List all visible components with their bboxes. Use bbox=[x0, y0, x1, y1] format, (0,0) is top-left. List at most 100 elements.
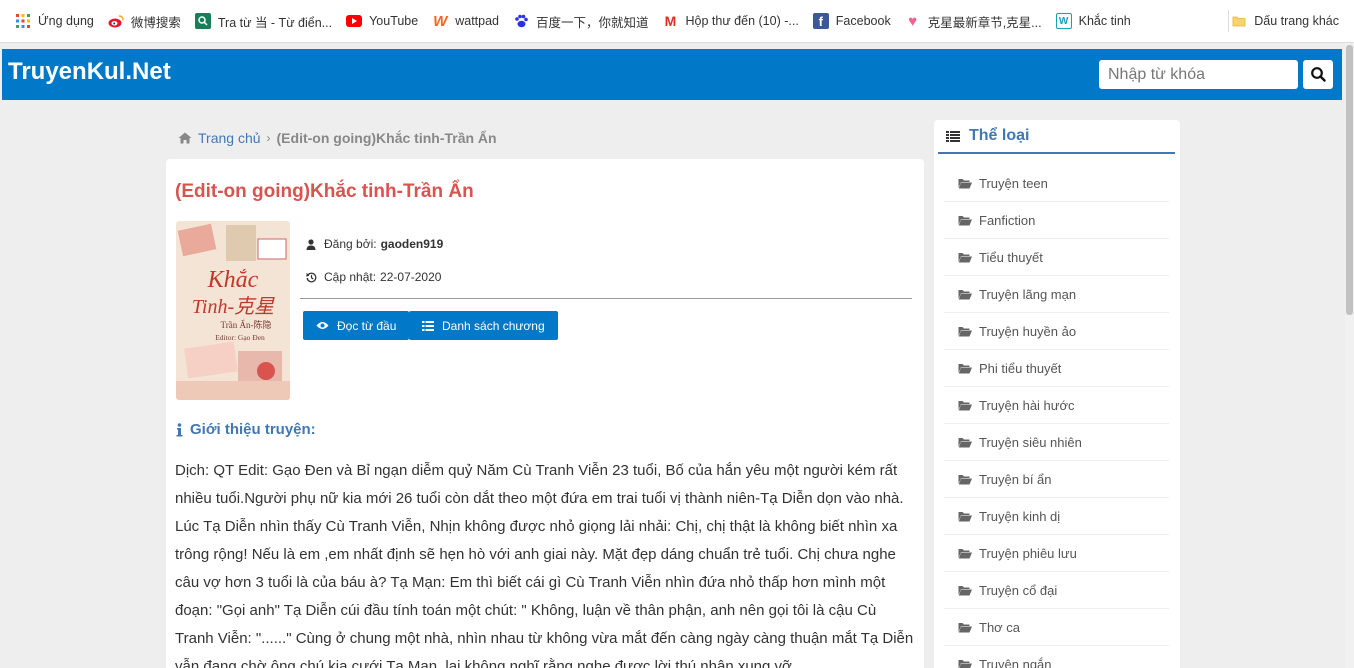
story-cover[interactable]: Khắc Tinh-克星 Trần Ẩn-陈隐 Editor: Gạo Đen bbox=[176, 221, 290, 400]
bookmark-wattpad[interactable]: W wattpad bbox=[425, 7, 506, 35]
posted-by-label: Đăng bởi: bbox=[324, 237, 377, 251]
bookmark-khac-tinh[interactable]: W Khắc tinh bbox=[1049, 7, 1138, 35]
info-icon bbox=[176, 422, 183, 436]
bookmark-weibo[interactable]: 微博搜索 bbox=[101, 7, 188, 35]
cover-title-line2: Tinh-克星 bbox=[192, 296, 275, 318]
chapter-list-button[interactable]: Danh sách chương bbox=[409, 311, 558, 340]
user-icon bbox=[306, 238, 318, 250]
sidebar-heading-label: Thể loại bbox=[969, 127, 1030, 144]
genre-label: Fanfiction bbox=[979, 212, 1036, 228]
genre-label: Truyện huyền ảo bbox=[979, 323, 1077, 339]
bookmark-facebook[interactable]: f Facebook bbox=[806, 7, 898, 35]
genre-item[interactable]: Truyện siêu nhiên bbox=[944, 424, 1169, 461]
story-title: (Edit-on going)Khắc tinh-Trần Ẩn bbox=[175, 181, 474, 202]
bookmark-label: Hộp thư đến (10) -... bbox=[685, 14, 799, 28]
posted-by: Đăng bởi: gaoden919 bbox=[306, 237, 443, 251]
folder-open-icon bbox=[958, 511, 972, 521]
folder-open-icon bbox=[958, 289, 972, 299]
search-input[interactable] bbox=[1099, 60, 1298, 89]
genre-label: Truyện phiêu lưu bbox=[979, 545, 1077, 561]
cover-title-line1: Khắc bbox=[207, 267, 259, 293]
posted-by-user[interactable]: gaoden919 bbox=[381, 237, 444, 251]
updated-date: Cập nhật: 22-07-2020 bbox=[306, 270, 441, 284]
genre-item[interactable]: Truyện cổ đại bbox=[944, 572, 1169, 609]
bookmark-gmail[interactable]: M Hộp thư đến (10) -... bbox=[656, 7, 806, 35]
genre-item[interactable]: Truyện hài hước bbox=[944, 387, 1169, 424]
genre-label: Phi tiểu thuyết bbox=[979, 360, 1062, 376]
bookmark-kexing[interactable]: ♥ 克星最新章节,克星... bbox=[898, 7, 1049, 35]
folder-open-icon bbox=[958, 400, 972, 410]
read-from-start-button[interactable]: Đọc từ đầu bbox=[303, 311, 410, 340]
bookmark-baidu[interactable]: 百度一下，你就知道 bbox=[506, 7, 656, 35]
genre-item[interactable]: Thơ ca bbox=[944, 609, 1169, 646]
genre-label: Truyện ngắn bbox=[979, 656, 1052, 668]
folder-open-icon bbox=[958, 437, 972, 447]
genre-label: Truyện cổ đại bbox=[979, 582, 1058, 598]
breadcrumb-home[interactable]: Trang chủ bbox=[178, 130, 261, 146]
intro-heading: Giới thiệu truyện: bbox=[176, 421, 316, 438]
bookmark-dictionary[interactable]: Tra từ 当 - Từ điển... bbox=[188, 7, 339, 35]
folder-open-icon bbox=[958, 252, 972, 262]
genre-label: Truyện hài hước bbox=[979, 397, 1075, 413]
chevron-right-icon: › bbox=[266, 131, 271, 145]
intro-text: Dịch: QT Edit: Gạo Đen và Bỉ ngạn diễm q… bbox=[175, 462, 914, 668]
genre-label: Tiểu thuyết bbox=[979, 249, 1043, 265]
page-scrollbar[interactable] bbox=[1345, 43, 1354, 668]
wattpad-w-icon: W bbox=[1055, 13, 1072, 29]
genre-label: Truyện bí ẩn bbox=[979, 471, 1052, 487]
bookmark-youtube[interactable]: YouTube bbox=[339, 7, 425, 35]
bookmark-label: 克星最新章节,克星... bbox=[927, 15, 1042, 30]
breadcrumb: Trang chủ › (Edit-on going)Khắc tinh-Trầ… bbox=[178, 130, 497, 146]
genre-sidebar: Thể loại Truyện teen Fanfiction Tiểu thu… bbox=[934, 120, 1180, 668]
scrollbar-thumb[interactable] bbox=[1346, 45, 1353, 315]
breadcrumb-current: (Edit-on going)Khắc tinh-Trần Ẩn bbox=[276, 130, 497, 146]
facebook-icon: f bbox=[812, 13, 829, 29]
folder-open-icon bbox=[958, 363, 972, 373]
folder-open-icon bbox=[958, 548, 972, 558]
site-logo[interactable]: TruyenKul.Net bbox=[8, 58, 171, 86]
genre-item[interactable]: Truyện bí ẩn bbox=[944, 461, 1169, 498]
genre-item[interactable]: Truyện huyền ảo bbox=[944, 313, 1169, 350]
genre-list-icon bbox=[946, 130, 960, 142]
sidebar-heading: Thể loại bbox=[938, 120, 1175, 154]
eye-icon bbox=[316, 322, 329, 329]
updated-label: Cập nhật: bbox=[324, 270, 377, 284]
genre-item[interactable]: Truyện lãng mạn bbox=[944, 276, 1169, 313]
genre-item[interactable]: Phi tiểu thuyết bbox=[944, 350, 1169, 387]
genre-item[interactable]: Truyện teen bbox=[944, 165, 1169, 202]
bookmarks-bar: Ứng dụng 微博搜索 Tra từ 当 - Từ điển... YouT… bbox=[0, 0, 1354, 43]
weibo-icon bbox=[108, 13, 124, 29]
genre-item[interactable]: Truyện phiêu lưu bbox=[944, 535, 1169, 572]
updated-value: 22-07-2020 bbox=[380, 270, 442, 284]
genre-label: Truyện kinh dị bbox=[979, 508, 1061, 524]
home-icon bbox=[178, 132, 192, 144]
story-detail-card: (Edit-on going)Khắc tinh-Trần Ẩn Khắc Ti… bbox=[166, 159, 924, 668]
folder-open-icon bbox=[958, 215, 972, 225]
wattpad-icon: W bbox=[433, 12, 448, 30]
read-from-start-label: Đọc từ đầu bbox=[337, 318, 397, 333]
folder-open-icon bbox=[958, 326, 972, 336]
genre-label: Truyện siêu nhiên bbox=[979, 434, 1082, 450]
genre-item[interactable]: Truyện kinh dị bbox=[944, 498, 1169, 535]
bookmark-label: 百度一下，你就知道 bbox=[536, 15, 649, 30]
genre-label: Thơ ca bbox=[979, 619, 1021, 635]
intro-heading-label: Giới thiệu truyện: bbox=[190, 421, 316, 438]
apps-grid-icon bbox=[15, 13, 31, 29]
baidu-icon bbox=[513, 13, 529, 29]
search-icon bbox=[1310, 67, 1326, 82]
bookmark-label: Tra từ 当 - Từ điển... bbox=[217, 15, 333, 30]
genre-item[interactable]: Truyện ngắn bbox=[944, 646, 1169, 668]
genre-item[interactable]: Tiểu thuyết bbox=[944, 239, 1169, 276]
breadcrumb-home-label: Trang chủ bbox=[198, 130, 261, 146]
folder-open-icon bbox=[958, 585, 972, 595]
genre-list: Truyện teen Fanfiction Tiểu thuyết Truyệ… bbox=[944, 165, 1169, 668]
bookmark-other[interactable]: Dấu trang khác bbox=[1224, 7, 1346, 35]
gmail-icon: M bbox=[664, 13, 677, 29]
bookmark-apps[interactable]: Ứng dụng bbox=[8, 7, 101, 35]
cover-author: Trần Ẩn-陈隐 bbox=[221, 319, 272, 330]
history-icon bbox=[306, 272, 318, 283]
search-button[interactable] bbox=[1303, 60, 1333, 89]
bookmark-label: Khắc tinh bbox=[1078, 14, 1131, 28]
cover-editor: Editor: Gạo Đen bbox=[215, 333, 265, 342]
genre-item[interactable]: Fanfiction bbox=[944, 202, 1169, 239]
